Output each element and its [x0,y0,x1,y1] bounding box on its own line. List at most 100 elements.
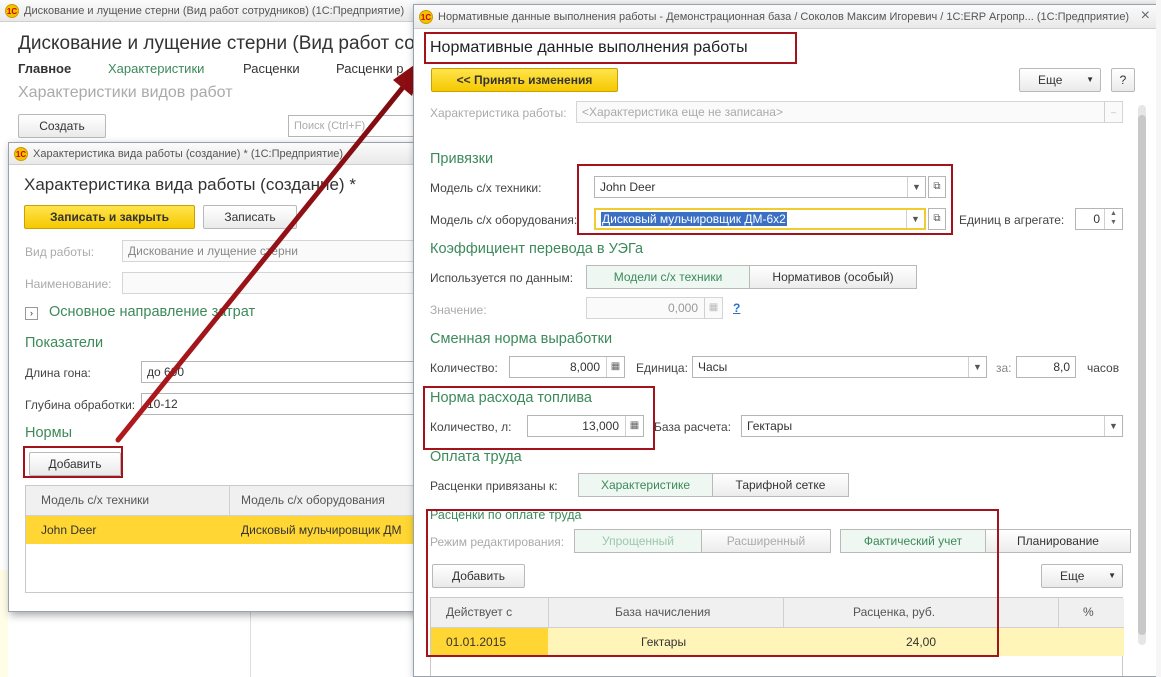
vertical-scrollbar[interactable] [1138,105,1146,645]
used-by-label: Используется по данным: [430,271,574,285]
length-field[interactable]: до 600 [141,361,431,383]
char-title: Характеристика вида работы (создание) * … [33,148,344,160]
unit-value: Часы [698,360,728,374]
row-equip: Дисковый мульчировщик ДМ [241,523,402,537]
more-button[interactable]: Еще ▼ [1019,68,1101,92]
table-row[interactable]: 01.01.2015 Гектары 24,00 [431,628,1124,656]
nav-rates[interactable]: Расценки [243,61,300,76]
help-button[interactable]: ? [1111,68,1135,92]
cost-direction-group[interactable]: Основное направление затрат [49,304,255,320]
table-row[interactable]: John Deer Дисковый мульчировщик ДМ [26,516,439,544]
fuel-qty-value: 13,000 [582,419,619,433]
equip-model-value: Дисковый мульчировщик ДМ-6х2 [601,212,787,226]
work-type-field[interactable]: Дискование и лущение стерни [122,240,422,262]
nav-characteristics[interactable]: Характеристики [108,61,204,76]
characteristic-window: 1С Характеристика вида работы (создание)… [8,142,440,612]
scrollbar-thumb[interactable] [1138,115,1146,635]
chevron-down-icon[interactable]: ▼ [1104,416,1122,436]
right-edge-bg [1156,0,1161,677]
qty-field[interactable]: 8,000 ▦ [509,356,625,378]
col-divider [1058,598,1059,628]
accounting-plan-option[interactable]: Планирование [985,529,1131,553]
equip-model-field[interactable]: Дисковый мульчировщик ДМ-6х2 ▼ [594,208,926,230]
onec-logo-icon: 1С [5,4,19,18]
fuel-qty-label: Количество, л: [430,420,512,434]
norm-heading: Нормативные данные выполнения работы [430,39,748,56]
fuel-qty-field[interactable]: 13,000 ▦ [527,415,644,437]
expand-icon[interactable]: › [25,307,38,320]
norms-table: Модель с/х техники Модель с/х оборудован… [25,485,439,593]
value-label: Значение: [430,303,487,317]
col-divider [229,486,230,516]
add-rate-button[interactable]: Добавить [432,564,525,588]
accounting-fact-option[interactable]: Фактический учет [840,529,986,553]
unit-field[interactable]: Часы ▼ [692,356,987,378]
chevron-down-icon[interactable]: ▼ [906,210,924,228]
per-label: за: [996,361,1012,375]
accept-changes-button[interactable]: << Принять изменения [431,68,618,92]
rates-table-header: Действует с База начисления Расценка, ру… [431,598,1124,628]
save-close-button[interactable]: Записать и закрыть [24,205,195,229]
depth-field[interactable]: 10-12 [141,393,431,415]
qty-value: 8,000 [569,360,600,374]
spinner-icon[interactable]: ▲ ▼ [1104,209,1122,229]
calculator-icon[interactable]: ▦ [704,298,722,318]
edit-mode-simple-option[interactable]: Упрощенный [574,529,702,553]
rates-bound-char-option[interactable]: Характеристике [578,473,713,497]
qty-label: Количество: [430,361,498,375]
onec-logo-icon: 1С [419,10,433,24]
main-search-input[interactable]: Поиск (Ctrl+F) [288,115,428,137]
value-help-link[interactable]: ? [733,301,740,315]
more-rates-button[interactable]: Еще ▼ [1041,564,1123,588]
row-base: Гектары [641,635,687,649]
chevron-down-icon[interactable]: ▼ [907,177,925,197]
main-title: Дискование и лущение стерни (Вид работ с… [24,5,405,17]
more-label: Еще [1038,73,1063,87]
close-icon[interactable]: × [1141,7,1150,25]
chevron-down-icon: ▼ [1108,571,1116,580]
char-heading: Характеристика вида работы (создание) * [24,175,356,194]
work-type-label: Вид работы: [25,245,95,259]
rates-bound-tariff-option[interactable]: Тарифной сетке [712,473,849,497]
used-by-norm-option[interactable]: Нормативов (особый) [749,265,917,289]
per-value: 8,0 [1053,360,1070,374]
tech-model-label: Модель с/х техники: [430,181,542,195]
chevron-down-icon[interactable]: – [1104,102,1122,122]
char-work-field[interactable]: <Характеристика еще не записана> – [576,101,1123,123]
rates-title: Расценки по оплате труда [430,508,582,522]
calculator-icon[interactable]: ▦ [625,416,643,436]
calculator-icon[interactable]: ▦ [606,357,624,377]
used-by-tech-option[interactable]: Модели с/х техники [586,265,750,289]
edit-mode-extended-option[interactable]: Расширенный [701,529,831,553]
units-field[interactable]: 0 ▲ ▼ [1075,208,1123,230]
units-value: 0 [1093,212,1100,226]
add-norm-button[interactable]: Добавить [29,452,121,476]
row-tech: John Deer [41,523,97,537]
hours-label: часов [1087,361,1120,375]
tech-model-field[interactable]: John Deer ▼ [594,176,926,198]
equip-model-label: Модель с/х оборудования: [430,213,578,227]
left-margin-bg [0,570,8,677]
main-heading: Дискование и лущение стерни (Вид работ с… [18,33,434,54]
links-title: Привязки [430,151,494,167]
name-field[interactable] [122,272,422,294]
depth-label: Глубина обработки: [25,398,136,412]
base-field[interactable]: Гектары ▼ [741,415,1123,437]
open-equip-icon[interactable]: ⧉ [928,208,946,230]
create-button[interactable]: Создать [18,114,106,138]
pay-title: Оплата труда [430,449,522,465]
chevron-down-icon[interactable]: ▼ [968,357,986,377]
col-equip: Модель с/х оборудования [241,493,385,507]
nav-rates-2[interactable]: Расценки р [336,61,403,76]
save-button[interactable]: Записать [203,205,297,229]
char-work-placeholder: <Характеристика еще не записана> [582,105,783,119]
unit-label: Единица: [636,361,688,375]
shift-norm-title: Сменная норма выработки [430,331,613,347]
open-tech-icon[interactable]: ⧉ [928,176,946,198]
nav-main[interactable]: Главное [18,61,71,76]
base-value: Гектары [747,419,793,433]
value-field[interactable]: 0,000 ▦ [586,297,723,319]
col-base: База начисления [615,605,711,619]
per-field[interactable]: 8,0 [1016,356,1076,378]
col-divider [783,598,784,628]
